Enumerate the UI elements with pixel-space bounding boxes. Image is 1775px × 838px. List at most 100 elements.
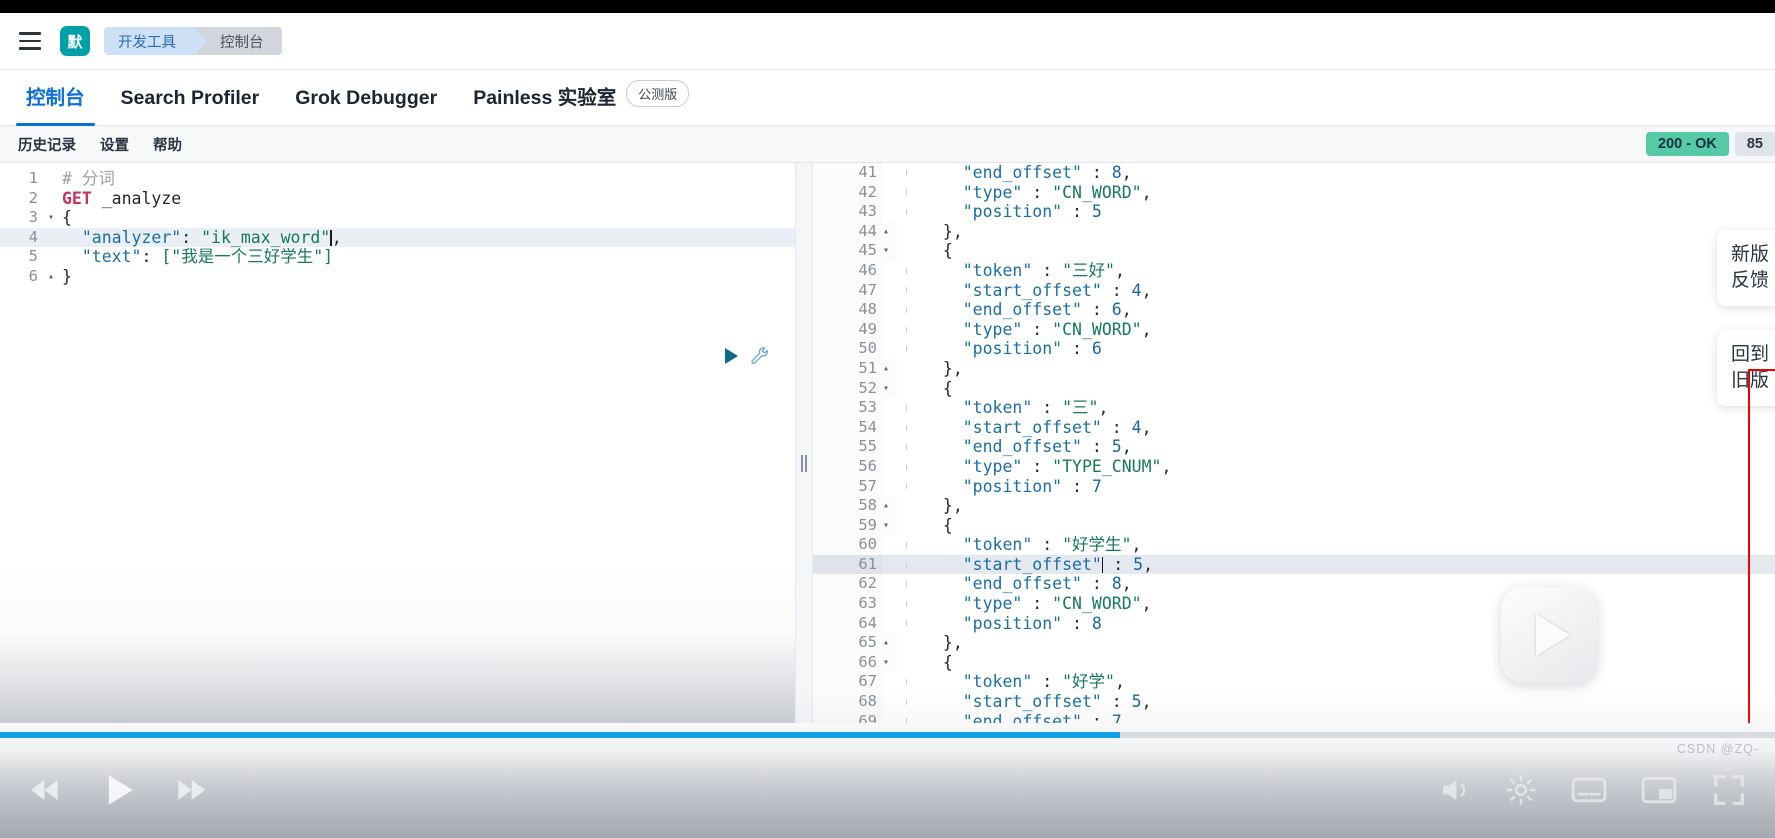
volume-icon[interactable] <box>1437 772 1473 808</box>
fold-toggle[interactable]: ▾ <box>883 241 897 261</box>
line-text: "start_offset" : 4, <box>962 280 1152 300</box>
response-line: 60 "token" : "好学生", <box>813 535 1775 555</box>
json-key: "type" <box>962 594 1023 614</box>
fold-toggle[interactable]: ▴ <box>883 633 897 653</box>
line-number: 61 <box>813 554 883 575</box>
fold-toggle[interactable]: ▾ <box>46 208 56 228</box>
fold-toggle[interactable]: ▾ <box>883 515 897 536</box>
response-line: 64 "position" : 8 <box>813 613 1775 634</box>
request-line: 1 # 分词 <box>0 169 795 189</box>
line-number: 1 <box>28 169 38 187</box>
line-number: 46 <box>813 260 883 281</box>
json-key: "end_offset" <box>962 163 1082 182</box>
line-text: "token" : "好学生", <box>962 535 1142 555</box>
response-line: 42 "type" : "CN_WORD", <box>813 182 1775 203</box>
line-text: "start_offset" : 4, <box>962 417 1152 437</box>
settings-button[interactable]: 设置 <box>88 134 141 155</box>
watermark: CSDN @ZQ- <box>1676 742 1759 756</box>
json-number: 5 <box>1111 437 1122 457</box>
forward-icon[interactable] <box>170 770 210 810</box>
subtitle-icon[interactable] <box>1569 770 1609 810</box>
fold-toggle[interactable]: ▴ <box>883 221 897 242</box>
json-number: 5 <box>1131 692 1142 712</box>
json-number: 4 <box>1131 280 1142 300</box>
status-duration-badge: 85 <box>1734 132 1775 156</box>
line-number: 66 <box>813 652 883 673</box>
tab-search-profiler[interactable]: Search Profiler <box>103 87 278 125</box>
video-letterbox-top <box>0 0 1775 13</box>
line-number: 44 <box>813 221 883 242</box>
line-text: GET _analyze <box>56 189 181 209</box>
json-number: 7 <box>1111 711 1122 723</box>
line-number: 51 <box>813 358 883 379</box>
fullscreen-icon[interactable] <box>1709 770 1749 810</box>
tab-grok-debugger[interactable]: Grok Debugger <box>277 87 455 125</box>
json-value: "好学" <box>1062 672 1115 692</box>
line-text: "end_offset" : 8, <box>962 163 1132 182</box>
breadcrumb-item-console[interactable]: 控制台 <box>194 27 282 55</box>
card-line-2: 旧版 <box>1731 370 1770 391</box>
response-line: 44 ▴ }, <box>813 221 1775 242</box>
pane-resize-handle[interactable] <box>795 163 813 723</box>
fold-toggle[interactable]: ▴ <box>883 358 897 379</box>
json-key: "token" <box>962 260 1033 280</box>
line-number: 48 <box>813 300 883 320</box>
tab-painless-lab[interactable]: Painless 实验室 公测版 <box>455 80 707 125</box>
hamburger-icon[interactable] <box>10 21 50 61</box>
rewind-icon[interactable] <box>26 770 66 810</box>
big-play-triangle <box>1536 614 1570 656</box>
beta-badge: 公测版 <box>626 80 690 107</box>
response-line: 57 "position" : 7 <box>813 476 1775 497</box>
line-number: 49 <box>813 319 883 340</box>
breadcrumb: 开发工具 控制台 <box>104 27 282 55</box>
line-number: 50 <box>813 339 883 359</box>
json-value: "TYPE_CNUM" <box>1052 456 1162 476</box>
space-avatar[interactable]: 默 <box>60 26 90 56</box>
json-key: "start_offset" <box>962 554 1102 574</box>
line-text: }, <box>942 221 963 241</box>
request-editor-pane[interactable]: 1 # 分词 2 GET _analyze 3 ▾ { 4 "analyzer"… <box>0 163 795 723</box>
video-progress-bar[interactable] <box>0 732 1775 738</box>
line-text: } <box>62 266 72 286</box>
back-to-old-version-card[interactable]: 回到 旧版 <box>1717 330 1775 406</box>
line-text: "start_offset" : 5, <box>962 554 1154 574</box>
line-text: "position" : 7 <box>962 476 1102 496</box>
json-key: "position" <box>962 613 1063 633</box>
wrench-icon[interactable] <box>750 346 770 366</box>
response-line: 52 ▾ { <box>813 378 1775 399</box>
fold-toggle[interactable]: ▾ <box>883 378 897 399</box>
fold-toggle[interactable]: ▴ <box>883 496 897 516</box>
json-key: "position" <box>962 476 1063 496</box>
json-key: "token" <box>962 398 1033 418</box>
big-play-icon[interactable] <box>1501 587 1597 683</box>
picture-in-picture-icon[interactable] <box>1639 770 1679 810</box>
line-text: "position" : 5 <box>962 202 1102 222</box>
line-number: 2 <box>28 188 38 207</box>
new-version-feedback-card[interactable]: 新版 反馈 <box>1717 230 1775 306</box>
tab-console-label: 控制台 <box>26 87 85 109</box>
play-icon[interactable] <box>96 768 140 812</box>
play-icon[interactable] <box>725 348 738 364</box>
settings-icon[interactable] <box>1503 772 1539 808</box>
response-viewer-pane[interactable]: 41 "end_offset" : 8, 42 "type" : "CN_WORD… <box>813 163 1775 723</box>
tab-console[interactable]: 控制台 <box>8 81 103 126</box>
line-text: "type" : "CN_WORD", <box>962 182 1152 202</box>
line-text: "start_offset" : 5, <box>962 692 1152 712</box>
json-number: 8 <box>1091 613 1102 633</box>
fold-toggle[interactable]: ▾ <box>883 652 897 673</box>
line-number: 52 <box>813 378 883 399</box>
response-line: 62 "end_offset" : 8, <box>813 574 1775 595</box>
json-value: "CN_WORD" <box>1052 319 1142 339</box>
fold-toggle[interactable]: ▴ <box>46 267 56 287</box>
line-number: 57 <box>813 476 883 497</box>
line-number: 54 <box>813 417 883 438</box>
help-button[interactable]: 帮助 <box>141 134 194 155</box>
history-button[interactable]: 历史记录 <box>6 134 88 155</box>
json-key: "position" <box>962 339 1063 359</box>
breadcrumb-item-devtools[interactable]: 开发工具 <box>104 27 207 55</box>
json-value: "三好" <box>1062 260 1115 280</box>
response-line: 43 "position" : 5 <box>813 202 1775 222</box>
line-text: "end_offset" : 5, <box>962 437 1132 457</box>
line-text: "end_offset" : 8, <box>962 574 1132 594</box>
json-key: "start_offset" <box>962 280 1102 300</box>
